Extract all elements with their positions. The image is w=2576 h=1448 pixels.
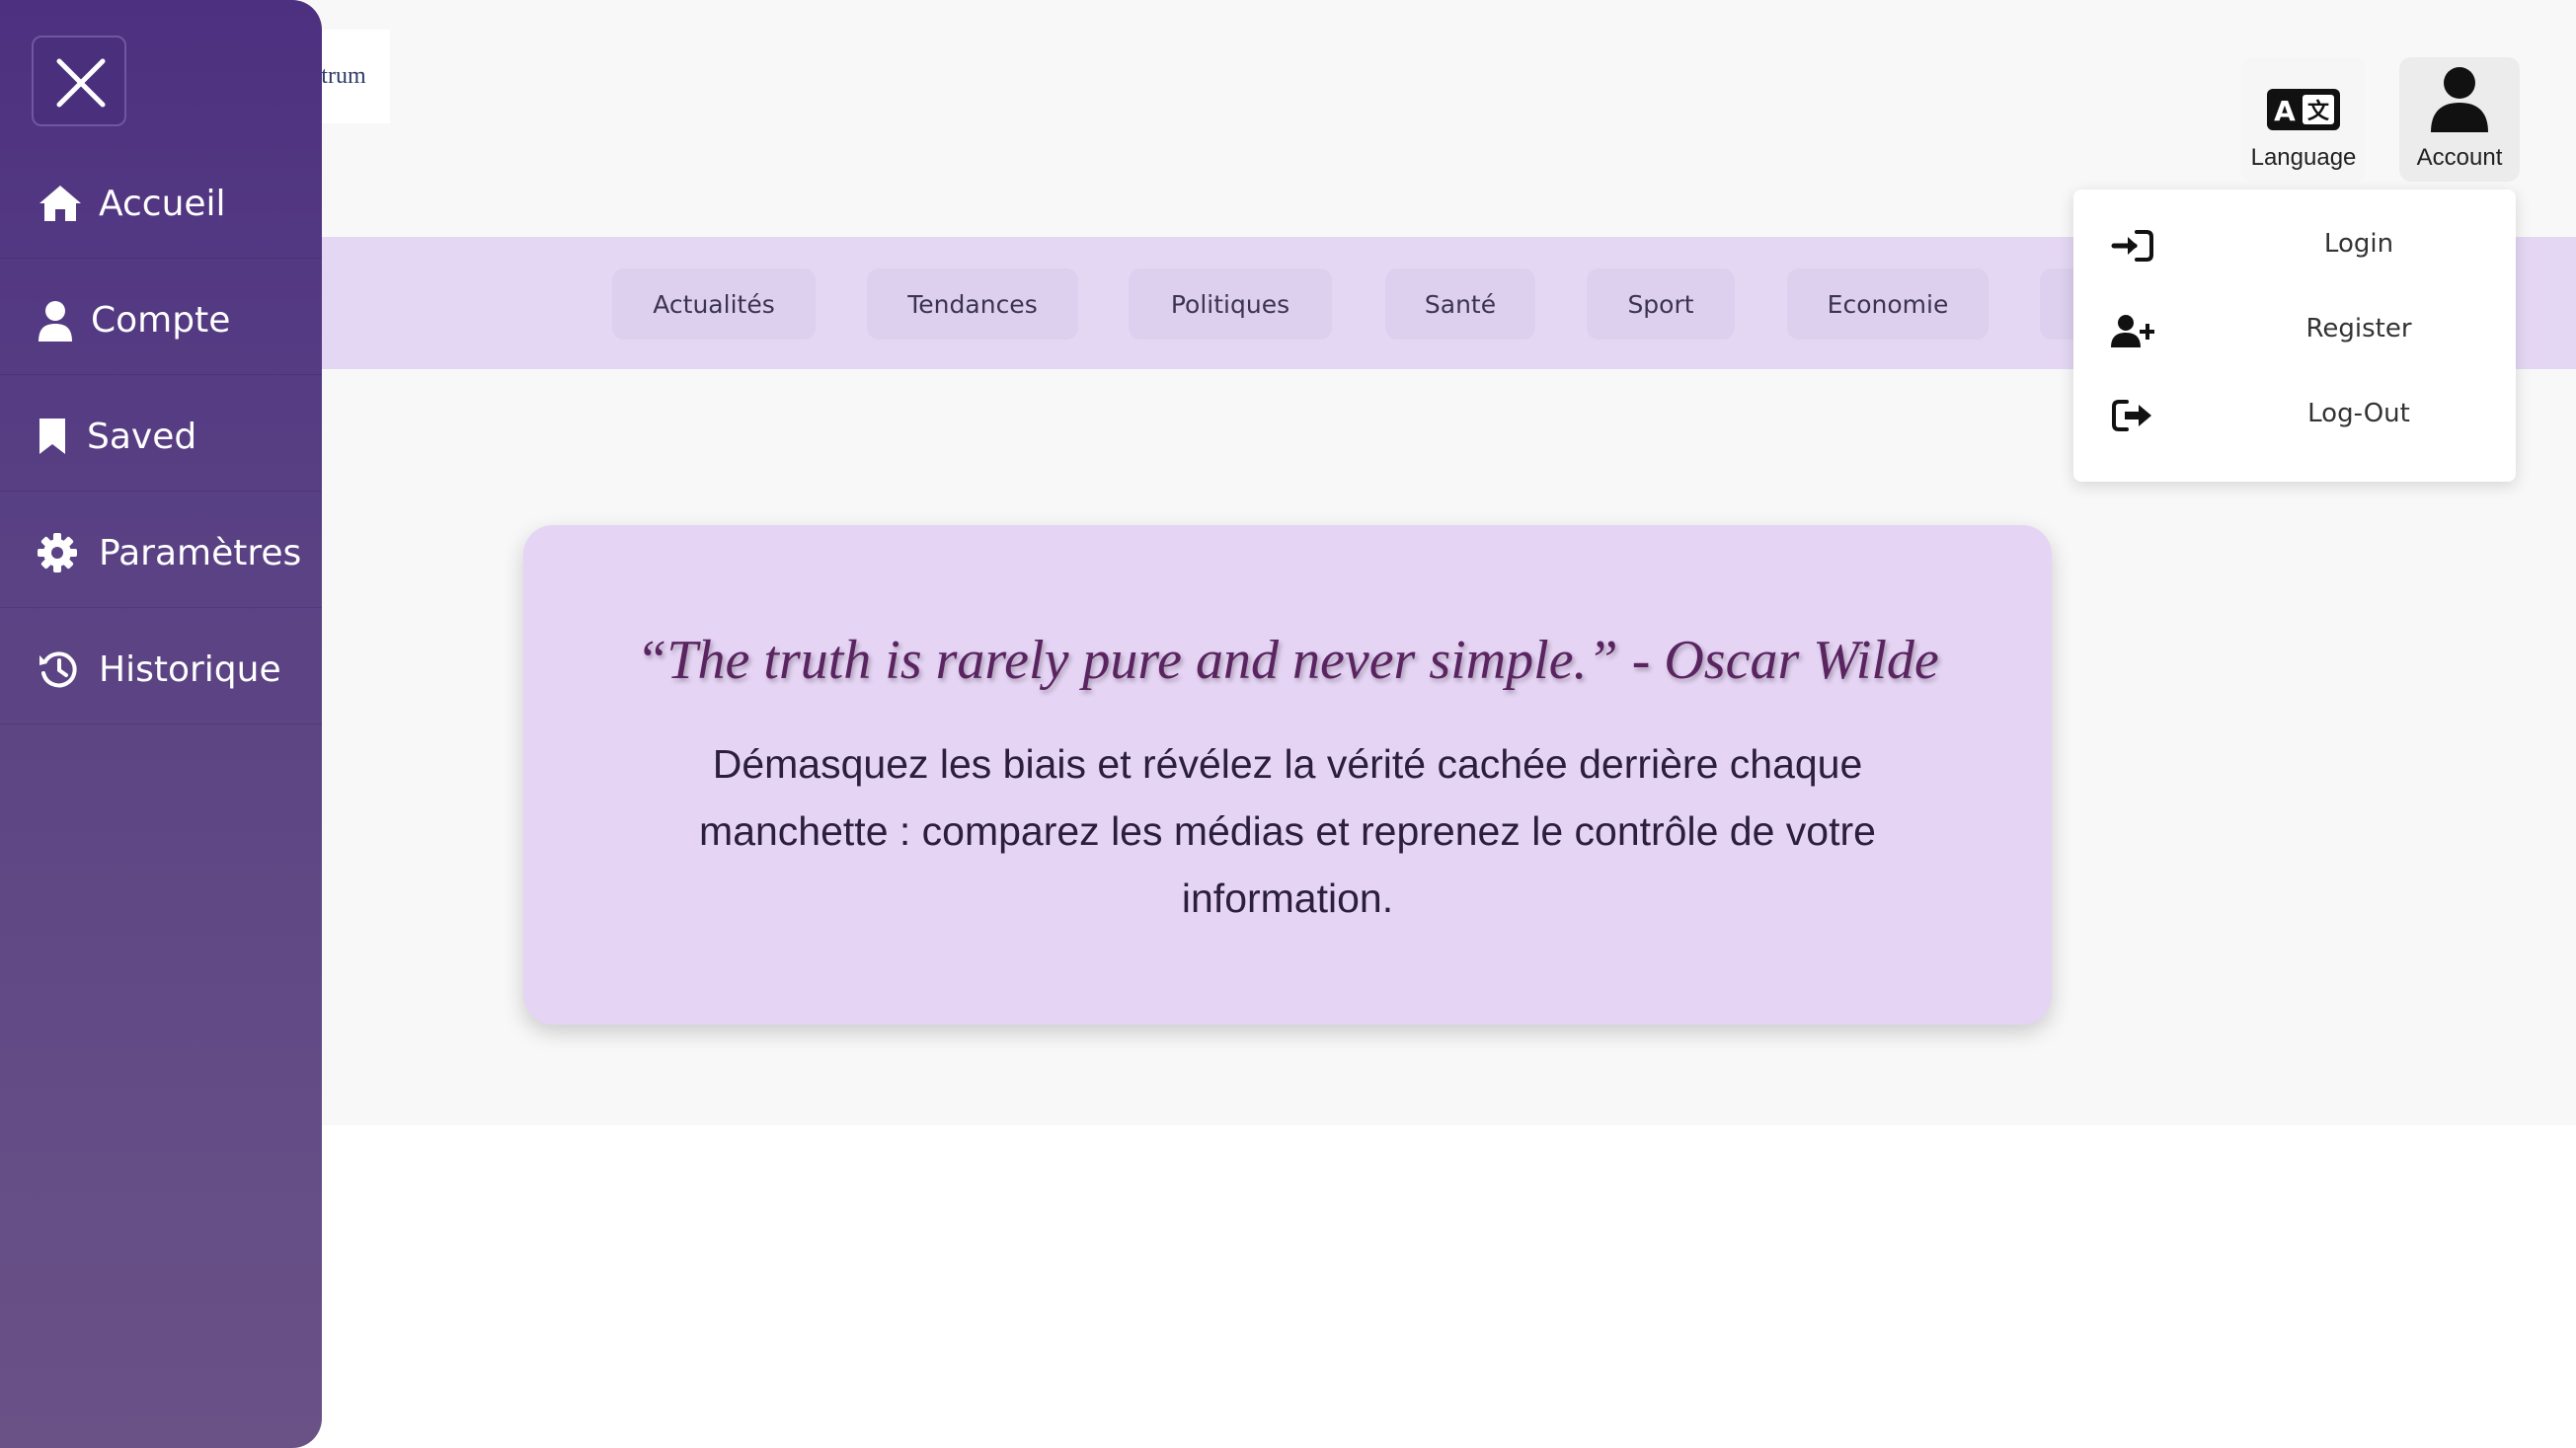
menu-item-label: Register bbox=[2305, 314, 2412, 343]
nav-item-actualites[interactable]: Actualités bbox=[612, 268, 816, 340]
hero-card: “The truth is rarely pure and never simp… bbox=[523, 525, 2052, 1025]
sidebar-item-label: Historique bbox=[99, 649, 281, 690]
sidebar-item-saved[interactable]: Saved bbox=[0, 375, 322, 492]
nav-item-sport[interactable]: Sport bbox=[1587, 268, 1735, 340]
login-icon bbox=[2111, 230, 2153, 262]
account-button[interactable]: Account bbox=[2399, 57, 2520, 182]
close-icon bbox=[56, 58, 106, 108]
account-label: Account bbox=[2416, 144, 2503, 171]
sidebar-item-label: Saved bbox=[87, 417, 197, 457]
hero-quote: “The truth is rarely pure and never simp… bbox=[636, 630, 1939, 691]
svg-text:文: 文 bbox=[2307, 99, 2330, 124]
nav-item-economie[interactable]: Economie bbox=[1787, 268, 1989, 340]
close-sidebar-button[interactable] bbox=[32, 36, 126, 126]
sidebar-item-historique[interactable]: Historique bbox=[0, 608, 322, 724]
user-icon bbox=[39, 301, 72, 342]
nav-item-politiques[interactable]: Politiques bbox=[1129, 268, 1332, 340]
account-dropdown: Login Register Log-Out bbox=[2073, 190, 2516, 482]
svg-text:A: A bbox=[2274, 95, 2296, 127]
history-icon bbox=[39, 651, 77, 688]
sidebar-item-label: Accueil bbox=[99, 184, 226, 224]
nav-item-sante[interactable]: Santé bbox=[1385, 268, 1535, 340]
menu-item-label: Login bbox=[2323, 229, 2394, 259]
home-icon bbox=[39, 186, 81, 221]
bookmark-icon bbox=[39, 419, 65, 454]
account-icon bbox=[2431, 67, 2488, 132]
menu-item-logout[interactable]: Log-Out bbox=[2073, 379, 2516, 450]
nav-item-tendances[interactable]: Tendances bbox=[867, 268, 1078, 340]
sidebar-item-label: Paramètres bbox=[99, 533, 302, 573]
menu-item-login[interactable]: Login bbox=[2073, 209, 2516, 280]
translate-icon: A 文 bbox=[2267, 89, 2340, 130]
logout-icon bbox=[2112, 400, 2151, 431]
menu-item-label: Log-Out bbox=[2307, 399, 2410, 428]
gear-icon bbox=[38, 533, 77, 572]
language-button[interactable]: A 文 Language bbox=[2241, 57, 2366, 182]
user-plus-icon bbox=[2111, 315, 2154, 347]
sidebar-item-accueil[interactable]: Accueil bbox=[0, 142, 322, 259]
sidebar: Accueil Compte Saved Paramètres Historiq… bbox=[0, 0, 322, 1448]
language-label: Language bbox=[2250, 144, 2357, 171]
sidebar-item-parametres[interactable]: Paramètres bbox=[0, 492, 322, 608]
page: News Spectrum Actualités Tendances Polit… bbox=[0, 0, 2576, 1448]
sidebar-item-label: Compte bbox=[91, 300, 231, 341]
hero-tagline: Démasquez les biais et révélez la vérité… bbox=[699, 741, 1876, 921]
sidebar-item-compte[interactable]: Compte bbox=[0, 259, 322, 375]
menu-item-register[interactable]: Register bbox=[2073, 294, 2516, 365]
